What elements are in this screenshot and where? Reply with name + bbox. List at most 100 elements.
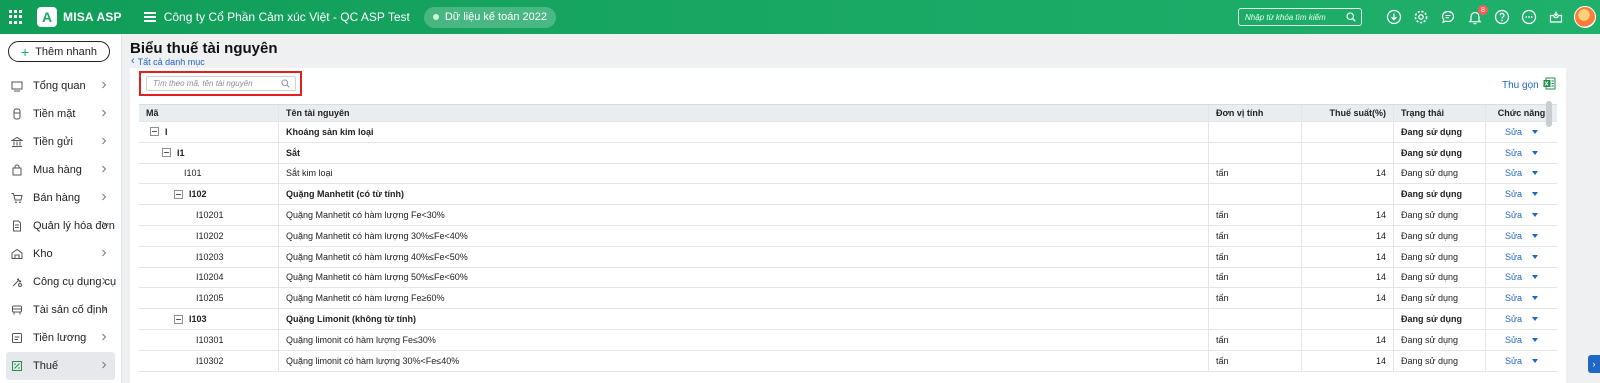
cell-code: I10202: [139, 225, 279, 246]
cell-code: I103: [139, 309, 279, 329]
column-header-status[interactable]: Trạng thái: [1394, 105, 1486, 121]
edit-link[interactable]: Sửa: [1505, 210, 1522, 220]
back-link[interactable]: ‹ Tất cả danh mục: [131, 56, 205, 67]
cell-unit: [1209, 184, 1302, 205]
edit-link[interactable]: Sửa: [1505, 148, 1522, 158]
column-header-unit[interactable]: Đơn vị tính: [1209, 105, 1302, 121]
settings-icon[interactable]: [1412, 8, 1430, 26]
cell-actions: Sửa: [1486, 309, 1557, 329]
avatar[interactable]: [1574, 6, 1596, 28]
code-text: I: [165, 126, 168, 137]
sidebar-item-2[interactable]: Tiền gửi: [0, 128, 121, 156]
table-row[interactable]: I102 Quặng Manhetit (có từ tính) Đang sử d…: [139, 184, 1557, 206]
sidebar-item-1[interactable]: Tiền mặt: [0, 100, 121, 128]
table-row[interactable]: I10201 Quặng Manhetit có hàm lượng Fe<30%…: [139, 205, 1557, 226]
cell-name: Sắt: [279, 142, 1209, 163]
table-header-row: Mã Tên tài nguyên Đơn vị tính Thuế suất(…: [139, 104, 1557, 122]
table-row[interactable]: I10301 Quặng limonit có hàm lượng Fe≤30%…: [139, 329, 1557, 351]
sidebar-item-9[interactable]: Tiền lương: [0, 324, 121, 352]
excel-export-icon[interactable]: [1543, 77, 1556, 90]
table-row[interactable]: I10203 Quặng Manhetit có hàm lượng 40%≤Fe…: [139, 246, 1557, 268]
inbox-icon[interactable]: [1547, 8, 1565, 26]
dropdown-caret-icon[interactable]: [1532, 171, 1539, 176]
app-grid-icon[interactable]: [9, 10, 23, 24]
edit-link[interactable]: Sửa: [1505, 272, 1522, 282]
column-header-name[interactable]: Tên tài nguyên: [279, 105, 1209, 121]
edit-link[interactable]: Sửa: [1505, 189, 1522, 199]
collapse-toggle-icon[interactable]: [174, 314, 183, 324]
edit-link[interactable]: Sửa: [1505, 314, 1522, 324]
edit-link[interactable]: Sửa: [1505, 293, 1522, 303]
edit-link[interactable]: Sửa: [1505, 127, 1522, 137]
download-icon[interactable]: [1385, 8, 1403, 26]
column-header-code[interactable]: Mã: [139, 105, 279, 121]
hamburger-menu-icon[interactable]: [143, 12, 156, 22]
more-icon[interactable]: [1520, 8, 1538, 26]
table-row[interactable]: I101 Sắt kim loại tấn 14 Đang sử dụng Sửa: [139, 163, 1557, 185]
sidebar-item-0[interactable]: Tổng quan: [0, 72, 121, 100]
sidebar-item-6[interactable]: Kho: [0, 240, 121, 268]
resource-search-input[interactable]: Tìm theo mã, tên tài nguyên: [146, 76, 296, 91]
collapse-link[interactable]: Thu gọn: [1502, 80, 1539, 91]
chevron-right-icon: [102, 277, 107, 285]
global-search-input[interactable]: Nhập từ khóa tìm kiếm: [1238, 8, 1362, 26]
top-bar: A MISA ASP Công ty Cổ Phần Cảm xúc Việt …: [0, 0, 1600, 34]
table-row[interactable]: I10302 Quặng limonit có hàm lượng 30%<Fe…: [139, 350, 1557, 372]
sidebar-item-3[interactable]: Mua hàng: [0, 156, 121, 184]
sidebar-item-label: Mua hàng: [33, 164, 82, 176]
quick-add-button[interactable]: + Thêm nhanh: [8, 41, 110, 62]
edit-link[interactable]: Sửa: [1505, 168, 1522, 178]
dropdown-caret-icon[interactable]: [1532, 358, 1539, 363]
chat-icon[interactable]: [1439, 8, 1457, 26]
table-row[interactable]: I Khoáng sản kim loại Đang sử dụng Sửa: [139, 122, 1557, 143]
edit-link[interactable]: Sửa: [1505, 335, 1522, 345]
dropdown-caret-icon[interactable]: [1532, 192, 1539, 197]
vertical-scrollbar[interactable]: [1546, 101, 1552, 127]
chevron-right-icon: [102, 333, 107, 341]
column-header-rate[interactable]: Thuế suất(%): [1302, 105, 1394, 121]
dropdown-caret-icon[interactable]: [1532, 254, 1539, 259]
main-area: Biểu thuế tài nguyên ‹ Tất cả danh mục T…: [122, 34, 1600, 383]
search-icon[interactable]: [1346, 12, 1356, 22]
dropdown-caret-icon[interactable]: [1532, 275, 1539, 280]
table-row[interactable]: I1 Sắt Đang sử dụng Sửa: [139, 142, 1557, 164]
edit-link[interactable]: Sửa: [1505, 356, 1522, 366]
cell-unit: tấn: [1209, 329, 1302, 350]
dropdown-caret-icon[interactable]: [1532, 150, 1539, 155]
dropdown-caret-icon[interactable]: [1532, 213, 1539, 218]
dropdown-caret-icon[interactable]: [1532, 129, 1539, 134]
sidebar-item-8[interactable]: Tài sản cố định: [0, 296, 121, 324]
collapse-toggle-icon[interactable]: [162, 148, 171, 158]
table-row[interactable]: I10202 Quặng Manhetit có hàm lượng 30%≤Fe…: [139, 225, 1557, 247]
sidebar-item-4[interactable]: Bán hàng: [0, 184, 121, 212]
help-icon[interactable]: [1493, 8, 1511, 26]
edit-link[interactable]: Sửa: [1505, 252, 1522, 262]
code-text: I10301: [196, 334, 224, 345]
table-row[interactable]: I10205 Quặng Manhetit có hàm lượng Fe≥60%…: [139, 288, 1557, 310]
sidebar-item-7[interactable]: Công cụ dụng cụ: [0, 268, 121, 296]
table-row[interactable]: I10204 Quặng Manhetit có hàm lượng 50%≤Fe…: [139, 267, 1557, 289]
logo[interactable]: A MISA ASP: [37, 7, 122, 27]
cell-status: Đang sử dụng: [1394, 142, 1486, 163]
sidebar-item-5[interactable]: Quản lý hóa đơn: [0, 212, 121, 240]
code-text: I10302: [196, 355, 224, 366]
code-text: I1: [177, 147, 185, 158]
collapse-toggle-icon[interactable]: [150, 127, 159, 137]
cell-name: Quặng Limonit (không từ tính): [279, 309, 1209, 329]
collapse-toggle-icon[interactable]: [174, 189, 183, 199]
company-name[interactable]: Công ty Cổ Phần Cảm xúc Việt - QC ASP Te…: [164, 10, 410, 24]
cell-actions: Sửa: [1486, 226, 1557, 246]
edit-link[interactable]: Sửa: [1505, 231, 1522, 241]
dropdown-caret-icon[interactable]: [1532, 337, 1539, 342]
side-panel-toggle[interactable]: ›: [1588, 355, 1600, 373]
dropdown-caret-icon[interactable]: [1532, 233, 1539, 238]
cell-code: I10302: [139, 350, 279, 371]
search-icon[interactable]: [281, 79, 290, 88]
code-text: I10203: [196, 251, 224, 262]
bell-icon[interactable]: 8: [1466, 5, 1488, 26]
sidebar-item-10[interactable]: Thuế: [6, 352, 115, 380]
table-row[interactable]: I103 Quặng Limonit (không từ tính) Đang sử…: [139, 309, 1557, 330]
dropdown-caret-icon[interactable]: [1532, 296, 1539, 301]
data-year-pill[interactable]: Dữ liệu kế toán 2022: [423, 6, 556, 28]
dropdown-caret-icon[interactable]: [1532, 317, 1539, 322]
